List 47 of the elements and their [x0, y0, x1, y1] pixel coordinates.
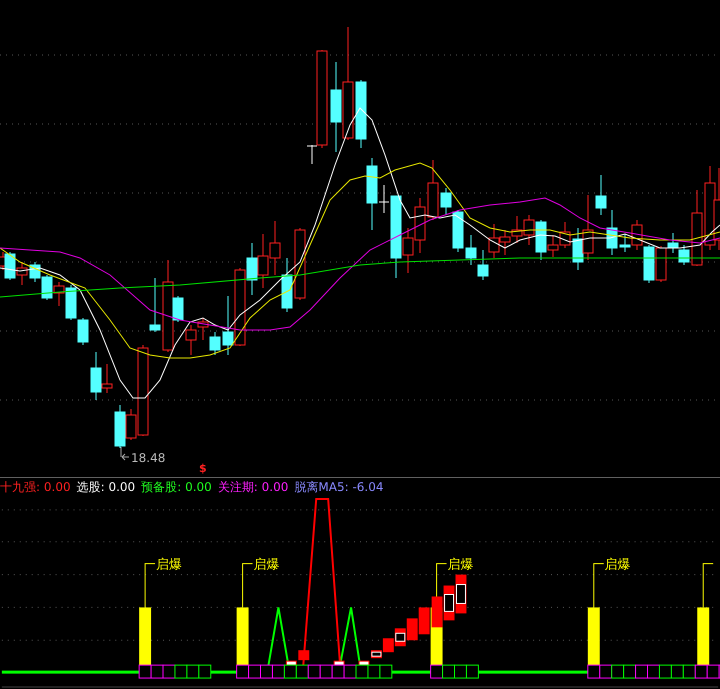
- signal-label: 启爆: [448, 558, 474, 573]
- candlestick: [678, 244, 690, 266]
- candlestick: [488, 224, 500, 258]
- signal-label: 启爆: [604, 558, 631, 573]
- candlestick: [524, 214, 534, 246]
- signal-label: 启爆: [156, 558, 182, 573]
- legend-item: 十九强: 0.00: [0, 478, 71, 496]
- pointer-arrow: [120, 446, 130, 460]
- candlestick: [356, 80, 366, 148]
- candlestick: [186, 324, 196, 356]
- legend-item: 脱离MA5: -6.04: [294, 478, 384, 496]
- candlestick: [78, 318, 88, 346]
- candlestick: [210, 332, 220, 356]
- leader-line: [242, 563, 254, 608]
- marker-label: $: [199, 462, 207, 475]
- leader-line: [593, 563, 604, 608]
- candlestick: [222, 296, 234, 356]
- candlestick: [270, 220, 280, 276]
- low-price-label: 18.48: [131, 451, 166, 465]
- candlestick: [414, 198, 426, 254]
- signal-bar: [588, 607, 600, 666]
- candlestick: [512, 216, 522, 244]
- leader-line: [702, 563, 714, 608]
- candlestick: [606, 210, 618, 256]
- candlestick: [644, 244, 654, 284]
- legend-item: 预备股: 0.00: [141, 478, 212, 496]
- candlestick: [258, 234, 268, 288]
- signal-bar: [697, 607, 710, 666]
- candlestick: [198, 318, 208, 340]
- signal-bar: [236, 607, 249, 666]
- candlestick: [114, 404, 126, 448]
- candlestick: [42, 274, 52, 300]
- candlestick: [428, 160, 438, 220]
- leader-line: [144, 563, 156, 608]
- candlestick: [466, 234, 476, 266]
- candlestick: [478, 250, 488, 280]
- candlestick: [282, 258, 292, 312]
- candlestick: [150, 278, 160, 332]
- candlestick: [500, 230, 510, 256]
- candlestick: [30, 262, 40, 282]
- legend-item: 关注期: 0.00: [218, 478, 288, 496]
- signal-label: 启爆: [254, 558, 280, 573]
- candlestick: [596, 174, 606, 216]
- signal-bar: [139, 607, 152, 666]
- candlestick: [16, 262, 28, 286]
- legend-item: 选股: 0.00: [76, 478, 136, 496]
- candlestick: [560, 222, 570, 248]
